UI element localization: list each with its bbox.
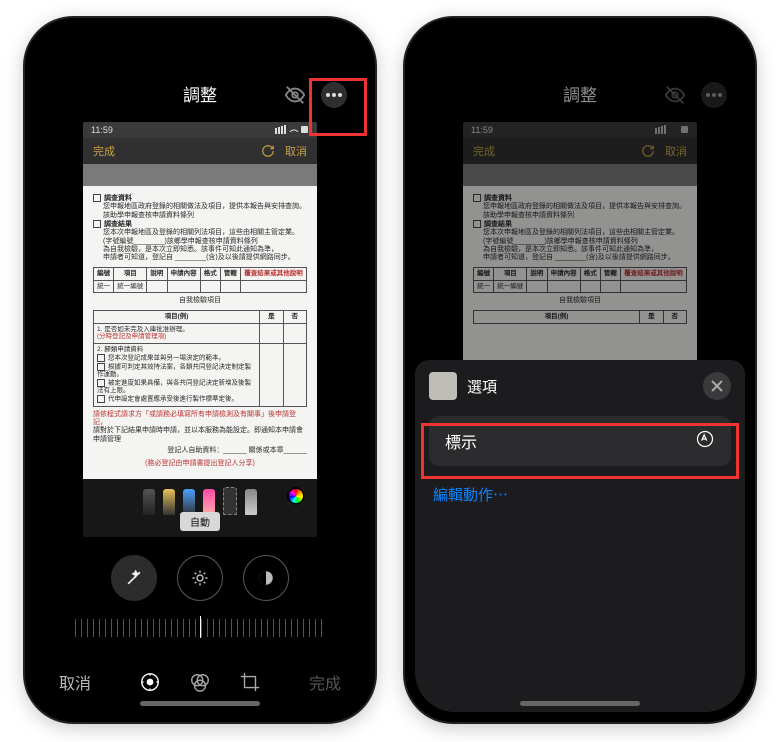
scanned-document: 調查資料 您申報地區政府登錄的相關做法及項目，提供本報告與安排查詢。 該助學申報…: [83, 186, 317, 492]
lasso-tool[interactable]: [223, 487, 237, 515]
auto-label[interactable]: 自動: [180, 512, 220, 531]
hide-markup-icon[interactable]: [283, 83, 307, 107]
markup-action-row[interactable]: 標示: [429, 416, 731, 466]
phone-right: 調整 11:59: [405, 18, 755, 722]
crop-tab-icon[interactable]: [239, 671, 261, 693]
phone-left: 調整 11:59: [25, 18, 375, 722]
pen-tool-1[interactable]: [143, 489, 155, 515]
markup-icon: [695, 429, 715, 454]
markup-toolbar: 自動: [83, 479, 317, 537]
done-button[interactable]: 完成: [309, 670, 341, 694]
color-picker-icon[interactable]: [287, 487, 305, 505]
exposure-button[interactable]: [177, 555, 223, 601]
adjust-tab-icon[interactable]: [139, 671, 161, 693]
nav-title: 調整: [183, 81, 217, 106]
contrast-button[interactable]: [243, 555, 289, 601]
inner-time: 11:59: [471, 125, 493, 135]
inner-cancel-button[interactable]: 取消: [285, 143, 307, 159]
inner-time: 11:59: [91, 125, 113, 135]
magic-wand-button[interactable]: [111, 555, 157, 601]
nav-title: 調整: [563, 81, 597, 106]
markup-label: 標示: [445, 429, 477, 453]
cancel-button[interactable]: 取消: [59, 670, 91, 694]
edit-actions-link[interactable]: 編輯動作⋯: [415, 470, 745, 519]
inner-done-button[interactable]: 完成: [93, 143, 115, 159]
more-button[interactable]: [321, 82, 347, 108]
scanned-document: 調查資料 您申報地區政府登錄的相關做法及項目，提供本報告與安排查詢。 該助學申報…: [463, 186, 697, 372]
options-sheet: 選項 標示 編輯動作⋯: [415, 360, 745, 712]
inner-status-icons: [275, 125, 309, 136]
hide-markup-icon[interactable]: [663, 83, 687, 107]
doc-table-2: 項目(例)是否 1. 是否如未完及入庫批准辦理。 (分時登記及申請管理項) 2.…: [93, 310, 307, 407]
adjust-slider[interactable]: [75, 619, 325, 637]
close-sheet-button[interactable]: [703, 372, 731, 400]
pen-tool-2[interactable]: [163, 489, 175, 515]
adjust-tools: [35, 555, 365, 601]
options-thumbnail: [429, 372, 457, 400]
home-indicator[interactable]: [520, 701, 640, 706]
more-button[interactable]: [701, 82, 727, 108]
filters-tab-icon[interactable]: [189, 671, 211, 693]
options-title: 選項: [467, 376, 497, 397]
redo-icon[interactable]: [641, 144, 655, 158]
redo-icon[interactable]: [261, 144, 275, 158]
inner-done-button[interactable]: 完成: [473, 143, 495, 159]
inner-cancel-button[interactable]: 取消: [665, 143, 687, 159]
document-preview: 11:59 完成 取消 調查資料 您申報地區政府登錄的相關做法及項目，提供本報告…: [83, 122, 317, 537]
home-indicator[interactable]: [140, 701, 260, 706]
document-preview: 11:59 完成 取消 調查資料 您申報地區政府登錄的相關做法及項目，提供本報告…: [463, 122, 697, 372]
ruler-tool[interactable]: [245, 489, 257, 515]
doc-table-1: 編號項目 說明申請內容 格式管轄 覆查結果或其他說明 統一統一編號: [93, 267, 307, 294]
